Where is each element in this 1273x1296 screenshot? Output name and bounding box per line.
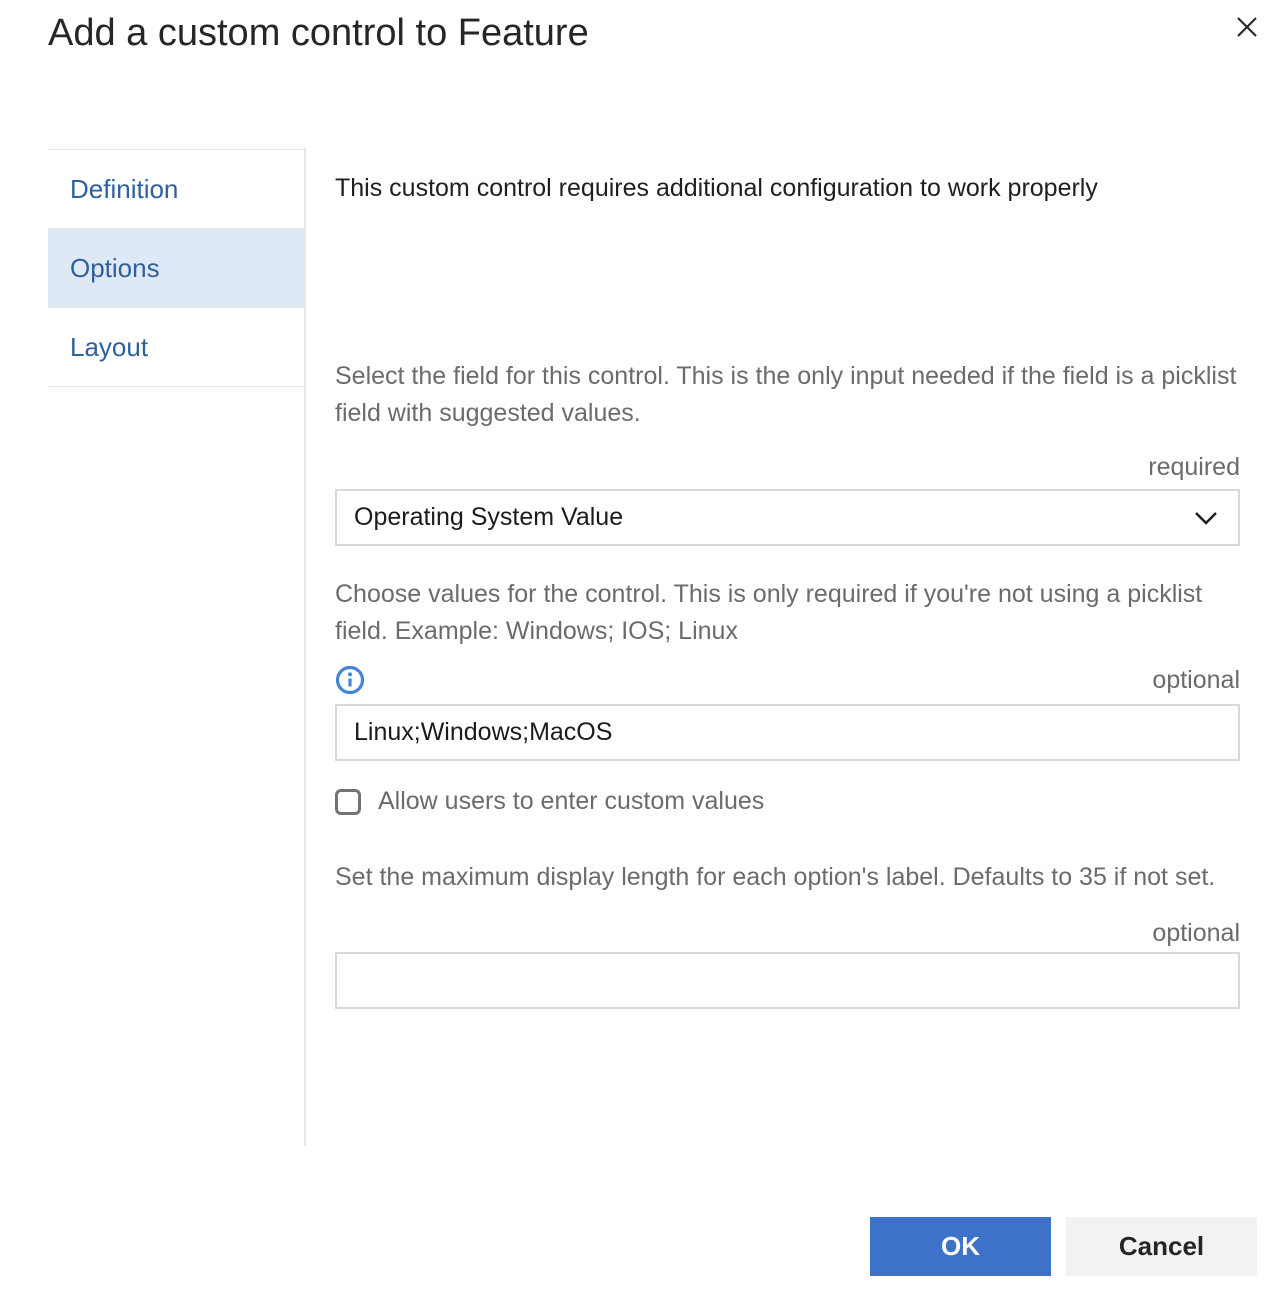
config-warning-text: This custom control requires additional …	[335, 170, 1240, 206]
max-length-description: Set the maximum display length for each …	[335, 859, 1240, 896]
dialog-tabs: Definition Options Layout	[48, 149, 305, 387]
info-icon[interactable]	[335, 664, 367, 696]
field-select-description: Select the field for this control. This …	[335, 358, 1240, 432]
optional-badge-length: optional	[335, 918, 1240, 948]
field-select-dropdown[interactable]: Operating System Value	[335, 489, 1240, 546]
tab-layout-label: Layout	[70, 332, 148, 363]
required-badge: required	[335, 452, 1240, 482]
options-panel: This custom control requires additional …	[335, 148, 1240, 1009]
close-icon	[1232, 12, 1262, 42]
tab-options[interactable]: Options	[48, 229, 305, 308]
values-meta-row: optional	[335, 664, 1240, 696]
close-button[interactable]	[1228, 8, 1266, 46]
max-length-input[interactable]	[335, 952, 1240, 1009]
tab-definition[interactable]: Definition	[48, 150, 305, 229]
field-select-value: Operating System Value	[354, 503, 1194, 532]
tab-definition-label: Definition	[70, 174, 178, 205]
allow-custom-values-label: Allow users to enter custom values	[378, 787, 764, 816]
optional-badge-values: optional	[1152, 665, 1240, 695]
cancel-button[interactable]: Cancel	[1066, 1217, 1257, 1276]
tab-layout[interactable]: Layout	[48, 308, 305, 387]
chevron-down-icon	[1194, 511, 1218, 525]
values-input[interactable]	[335, 704, 1240, 761]
values-description: Choose values for the control. This is o…	[335, 576, 1240, 650]
add-custom-control-dialog: Add a custom control to Feature Definiti…	[0, 0, 1273, 1296]
page-title: Add a custom control to Feature	[48, 12, 589, 55]
info-circle-icon	[335, 665, 365, 695]
allow-custom-values-checkbox[interactable]	[335, 789, 361, 815]
sidebar-divider	[304, 148, 306, 1146]
ok-button[interactable]: OK	[870, 1217, 1051, 1276]
allow-custom-values-row: Allow users to enter custom values	[335, 787, 1240, 816]
tab-options-label: Options	[70, 253, 160, 284]
